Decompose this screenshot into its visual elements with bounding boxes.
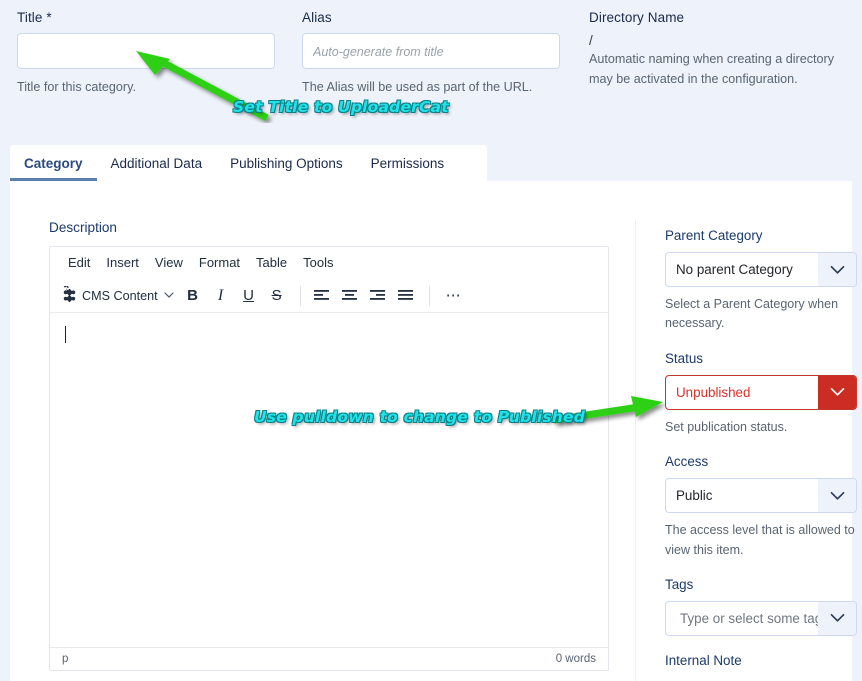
chevron-down-icon	[163, 290, 174, 302]
tab-category[interactable]: Category	[10, 151, 97, 181]
tags-label: Tags	[665, 576, 694, 592]
align-left-button[interactable]	[309, 283, 335, 309]
internal-note-label: Internal Note	[665, 652, 742, 668]
editor-toolbar: CMS Content B I U S ⋯	[50, 279, 608, 313]
tags-input[interactable]: Type or select some tags	[665, 600, 857, 636]
italic-icon: I	[217, 286, 224, 304]
strikethrough-icon: S	[271, 287, 282, 304]
title-help-text: Title for this category.	[17, 80, 136, 94]
directory-name-help-text: Automatic naming when creating a directo…	[589, 52, 835, 86]
align-right-icon	[369, 289, 386, 303]
alias-help-text: The Alias will be used as part of the UR…	[302, 80, 533, 94]
tab-bar: Category Additional Data Publishing Opti…	[10, 145, 487, 181]
menu-format[interactable]: Format	[191, 253, 248, 273]
column-divider	[635, 220, 636, 681]
access-help-text: The access level that is allowed to view…	[665, 523, 855, 557]
access-group: Access Public The access level that is a…	[665, 454, 862, 560]
alias-field-group: Alias The Alias will be used as part of …	[302, 10, 560, 98]
menu-table[interactable]: Table	[248, 253, 295, 273]
strikethrough-button[interactable]: S	[264, 283, 290, 309]
chevron-down-icon	[818, 253, 856, 286]
access-label: Access	[665, 454, 709, 470]
menu-tools[interactable]: Tools	[295, 253, 341, 273]
tab-publishing-options[interactable]: Publishing Options	[216, 151, 357, 181]
menu-insert[interactable]: Insert	[98, 253, 147, 273]
bold-button[interactable]: B	[180, 283, 206, 309]
align-center-icon	[341, 289, 358, 303]
alias-input[interactable]	[302, 33, 560, 69]
directory-name-label: Directory Name	[589, 10, 685, 25]
directory-name-group: Directory Name / Automatic naming when c…	[589, 10, 849, 90]
toolbar-separator-2	[428, 285, 430, 306]
more-toolbar-button[interactable]: ⋯	[438, 283, 470, 309]
tab-additional-data[interactable]: Additional Data	[97, 151, 217, 181]
status-value: Unpublished	[676, 384, 751, 400]
top-form-row: Title * Title for this category. Alias T…	[0, 0, 862, 140]
status-group: Status Unpublished Set publication statu…	[665, 351, 862, 437]
parent-category-select[interactable]: No parent Category	[665, 252, 857, 287]
editor-menubar: Edit Insert View Format Table Tools	[50, 247, 608, 279]
parent-category-help-text: Select a Parent Category when necessary.	[665, 297, 839, 331]
description-editor-group: Description Edit Insert View Format Tabl…	[49, 220, 609, 671]
align-justify-button[interactable]	[393, 283, 419, 309]
rich-text-editor: Edit Insert View Format Table Tools CMS …	[49, 246, 609, 671]
chevron-down-icon	[818, 601, 856, 635]
title-field-group: Title * Title for this category.	[17, 10, 275, 98]
editor-statusbar: p 0 words	[50, 648, 608, 670]
status-select[interactable]: Unpublished	[665, 374, 857, 410]
description-label: Description	[49, 220, 117, 235]
align-right-button[interactable]	[365, 283, 391, 309]
menu-edit[interactable]: Edit	[60, 253, 98, 273]
cms-content-button[interactable]: CMS Content	[60, 286, 174, 305]
underline-icon: U	[243, 287, 255, 304]
parent-category-label: Parent Category	[665, 228, 763, 243]
tags-group: Tags Type or select some tags	[665, 577, 862, 636]
bold-icon: B	[187, 287, 199, 304]
editor-content-area[interactable]	[50, 313, 608, 648]
parent-category-group: Parent Category No parent Category Selec…	[665, 228, 862, 334]
toolbar-separator	[299, 285, 301, 306]
ellipsis-icon: ⋯	[445, 287, 462, 304]
cms-content-label: CMS Content	[82, 288, 158, 303]
align-left-icon	[313, 289, 330, 303]
tab-permissions[interactable]: Permissions	[357, 151, 459, 181]
align-center-button[interactable]	[337, 283, 363, 309]
access-select[interactable]: Public	[665, 478, 857, 514]
status-help-text: Set publication status.	[665, 419, 788, 434]
sidebar-panel: Parent Category No parent Category Selec…	[665, 228, 862, 677]
align-justify-icon	[397, 289, 414, 303]
status-label: Status	[665, 350, 703, 366]
page-root: Title * Title for this category. Alias T…	[0, 0, 862, 681]
italic-button[interactable]: I	[208, 283, 234, 309]
menu-view[interactable]: View	[147, 253, 191, 273]
parent-category-value: No parent Category	[676, 262, 793, 277]
alias-label: Alias	[302, 10, 332, 25]
title-input[interactable]	[17, 33, 275, 69]
joomla-logo-icon	[60, 286, 79, 305]
internal-note-group: Internal Note	[665, 653, 862, 668]
main-card: Description Edit Insert View Format Tabl…	[10, 181, 857, 681]
title-label: Title *	[17, 10, 52, 25]
access-value: Public	[676, 488, 713, 504]
underline-button[interactable]: U	[236, 283, 262, 309]
element-path[interactable]: p	[62, 653, 68, 665]
directory-name-value: /	[589, 33, 593, 48]
chevron-down-icon	[818, 479, 856, 513]
word-count: 0 words	[555, 653, 596, 665]
chevron-down-icon	[818, 375, 856, 409]
text-caret	[65, 326, 66, 343]
